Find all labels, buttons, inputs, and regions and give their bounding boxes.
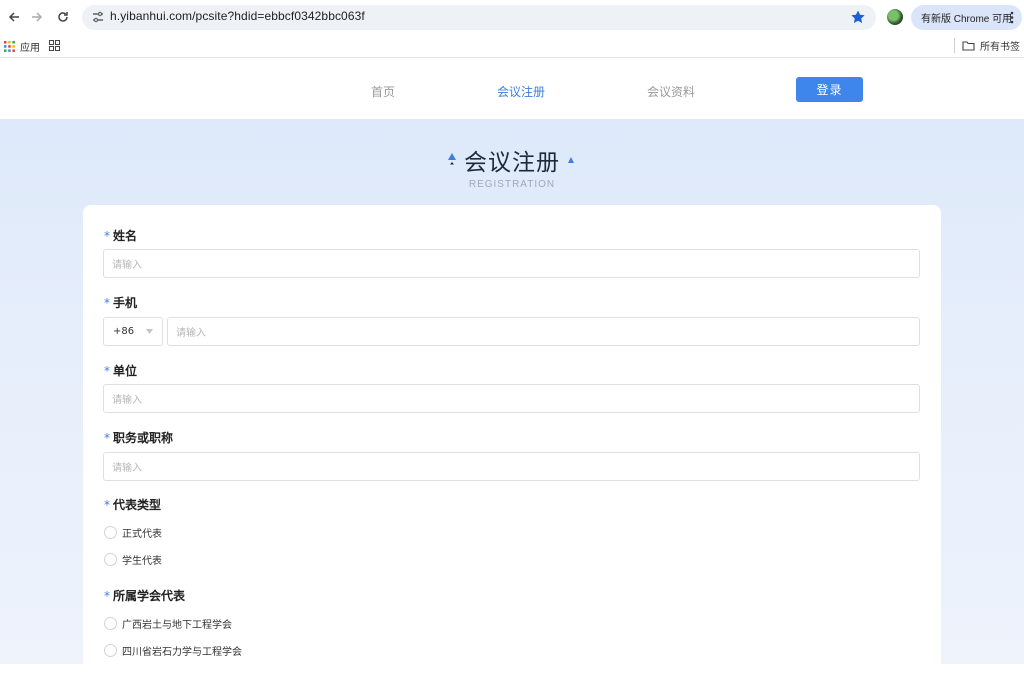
drop-decoration-small-icon bbox=[568, 157, 574, 163]
society-option-label: 广西岩土与地下工程学会 bbox=[122, 620, 232, 631]
profile-avatar[interactable] bbox=[887, 9, 903, 25]
login-button[interactable]: 登录 bbox=[796, 77, 863, 102]
phone-label: * 手机 bbox=[104, 296, 138, 310]
rep-type-option-label: 学生代表 bbox=[122, 556, 162, 567]
org-input[interactable]: 请输入 bbox=[103, 384, 920, 413]
site-info-icon[interactable] bbox=[90, 9, 106, 25]
section-heading: 会议注册 REGISTRATION bbox=[0, 143, 1024, 190]
bookmarks-bar: 应用 所有书签 bbox=[0, 34, 1024, 58]
rep-type-option-student[interactable]: 学生代表 bbox=[104, 552, 162, 567]
rep-type-option-label: 正式代表 bbox=[122, 529, 162, 540]
apps-label: 应用 bbox=[20, 43, 40, 54]
required-mark: * bbox=[104, 229, 110, 243]
org-label: * 单位 bbox=[104, 364, 138, 378]
required-mark: * bbox=[104, 364, 110, 378]
drop-decoration-icon bbox=[448, 153, 456, 165]
nav-home[interactable]: 首页 bbox=[371, 83, 395, 100]
radio-button[interactable] bbox=[104, 617, 117, 630]
section-title: 会议注册 bbox=[464, 150, 560, 176]
tab-groups-icon[interactable] bbox=[49, 40, 60, 51]
society-label: * 所属学会代表 bbox=[104, 589, 186, 603]
phone-input[interactable]: 请输入 bbox=[167, 317, 920, 346]
phone-placeholder: 请输入 bbox=[176, 328, 206, 339]
registration-section: 会议注册 REGISTRATION *姓名 请输入 *手机 +86 请输入 bbox=[0, 119, 1024, 685]
apps-grid-icon bbox=[4, 41, 15, 52]
radio-button[interactable] bbox=[104, 553, 117, 566]
required-mark: * bbox=[104, 589, 110, 603]
nav-registration[interactable]: 会议注册 bbox=[497, 83, 545, 100]
reload-icon[interactable] bbox=[52, 6, 74, 28]
address-bar[interactable]: h.yibanhui.com/pcsite?hdid=ebbcf0342bbc0… bbox=[82, 5, 876, 30]
apps-bookmark[interactable]: 应用 bbox=[4, 39, 40, 54]
job-title-label: * 职务或职称 bbox=[104, 431, 174, 445]
all-bookmarks-button[interactable]: 所有书签 bbox=[962, 38, 1020, 53]
registration-form: * 姓名 请输入 * 手机 +86 请输入 * 单位 请输入 * 职务或职称 请… bbox=[83, 205, 941, 685]
society-option-sichuan[interactable]: 四川省岩石力学与工程学会 bbox=[104, 643, 242, 658]
back-icon[interactable] bbox=[3, 6, 25, 28]
chrome-update-button[interactable]: 有新版 Chrome 可用 bbox=[911, 5, 1022, 30]
browser-toolbar: h.yibanhui.com/pcsite?hdid=ebbcf0342bbc0… bbox=[0, 0, 1024, 34]
required-mark: * bbox=[104, 498, 110, 512]
required-mark: * bbox=[104, 296, 110, 310]
forward-icon[interactable] bbox=[26, 6, 48, 28]
url-text[interactable]: h.yibanhui.com/pcsite?hdid=ebbcf0342bbc0… bbox=[110, 9, 365, 23]
society-option-label: 四川省岩石力学与工程学会 bbox=[122, 647, 242, 658]
rep-type-label: * 代表类型 bbox=[104, 498, 162, 512]
rep-type-option-formal[interactable]: 正式代表 bbox=[104, 525, 162, 540]
chevron-down-icon bbox=[146, 329, 153, 334]
site-header: 首页 会议注册 会议资料 登录 bbox=[0, 59, 1024, 119]
bookmark-star-icon[interactable] bbox=[850, 9, 866, 25]
job-title-placeholder: 请输入 bbox=[112, 463, 142, 474]
required-mark: * bbox=[104, 431, 110, 445]
name-input[interactable]: 请输入 bbox=[103, 249, 920, 278]
job-title-input[interactable]: 请输入 bbox=[103, 452, 920, 481]
radio-button[interactable] bbox=[104, 526, 117, 539]
section-subtitle: REGISTRATION bbox=[468, 179, 556, 190]
society-option-guangxi[interactable]: 广西岩土与地下工程学会 bbox=[104, 616, 232, 631]
section-title-wrap: 会议注册 bbox=[448, 143, 574, 177]
all-bookmarks-label: 所有书签 bbox=[980, 42, 1020, 53]
folder-icon bbox=[962, 41, 975, 51]
more-menu-icon[interactable] bbox=[1010, 11, 1014, 24]
radio-button[interactable] bbox=[104, 644, 117, 657]
nav-materials[interactable]: 会议资料 bbox=[647, 83, 695, 100]
name-label: * 姓名 bbox=[104, 229, 138, 243]
org-placeholder: 请输入 bbox=[112, 395, 142, 406]
update-label: 有新版 Chrome 可用 bbox=[921, 14, 1013, 25]
name-placeholder: 请输入 bbox=[112, 260, 142, 271]
country-code-select[interactable]: +86 bbox=[103, 317, 163, 346]
bookmarks-divider bbox=[954, 38, 955, 53]
country-code-value: +86 bbox=[113, 326, 135, 337]
